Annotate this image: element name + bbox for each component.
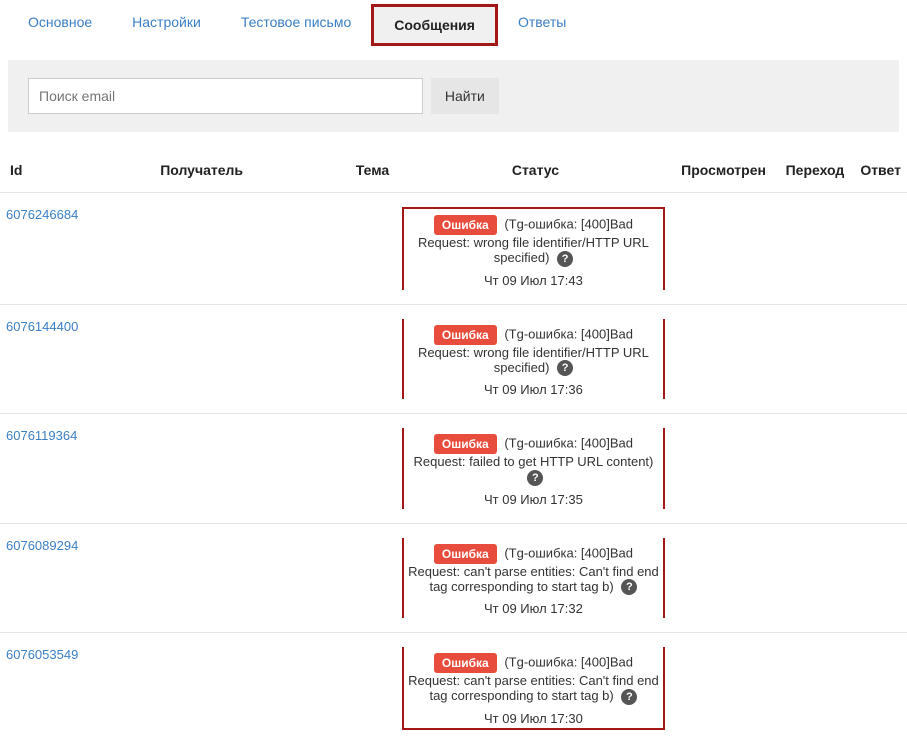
col-header-viewed: Просмотрен <box>671 154 775 193</box>
status-badge: Ошибка <box>434 434 497 454</box>
tab-replies[interactable]: Ответы <box>498 4 586 46</box>
col-header-status: Статус <box>396 154 671 193</box>
messages-table: Id Получатель Тема Статус Просмотрен Пер… <box>0 154 907 744</box>
tabs: Основное Настройки Тестовое письмо Сообщ… <box>8 4 899 46</box>
info-icon[interactable]: ? <box>557 251 573 267</box>
info-icon[interactable]: ? <box>527 470 543 486</box>
col-header-subject: Тема <box>346 154 396 193</box>
status-timestamp: Чт 09 Июл 17:36 <box>408 382 659 397</box>
info-icon[interactable]: ? <box>621 689 637 705</box>
row-id-link[interactable]: 6076089294 <box>6 538 78 553</box>
col-header-id: Id <box>0 154 150 193</box>
status-timestamp: Чт 09 Июл 17:30 <box>408 711 659 726</box>
table-row: 6076089294 Ошибка (Tg-ошибка: [400]Bad R… <box>0 523 907 633</box>
status-timestamp: Чт 09 Июл 17:43 <box>408 273 659 288</box>
row-id-link[interactable]: 6076144400 <box>6 319 78 334</box>
info-icon[interactable]: ? <box>621 579 637 595</box>
status-badge: Ошибка <box>434 544 497 564</box>
table-row: 6076144400 Ошибка (Tg-ошибка: [400]Bad R… <box>0 304 907 414</box>
status-timestamp: Чт 09 Июл 17:32 <box>408 601 659 616</box>
col-header-reply: Ответ <box>850 154 907 193</box>
table-row: 6076246684 Ошибка (Tg-ошибка: [400]Bad R… <box>0 193 907 305</box>
status-badge: Ошибка <box>434 325 497 345</box>
col-header-click: Переход <box>776 154 851 193</box>
tab-settings[interactable]: Настройки <box>112 4 221 46</box>
tab-messages[interactable]: Сообщения <box>374 7 495 43</box>
row-id-link[interactable]: 6076053549 <box>6 647 78 662</box>
tab-test-letter[interactable]: Тестовое письмо <box>221 4 371 46</box>
status-badge: Ошибка <box>434 653 497 673</box>
row-id-link[interactable]: 6076119364 <box>6 428 77 443</box>
table-row: 6076053549 Ошибка (Tg-ошибка: [400]Bad R… <box>0 633 907 744</box>
search-input[interactable] <box>28 78 423 114</box>
search-bar: Найти <box>8 60 899 132</box>
col-header-recipient: Получатель <box>150 154 346 193</box>
search-button[interactable]: Найти <box>431 78 499 114</box>
tab-main[interactable]: Основное <box>8 4 112 46</box>
table-header-row: Id Получатель Тема Статус Просмотрен Пер… <box>0 154 907 193</box>
status-timestamp: Чт 09 Июл 17:35 <box>408 492 659 507</box>
row-id-link[interactable]: 6076246684 <box>6 207 78 222</box>
highlight-messages-tab: Сообщения <box>371 4 498 46</box>
table-row: 6076119364 Ошибка (Tg-ошибка: [400]Bad R… <box>0 414 907 524</box>
info-icon[interactable]: ? <box>557 360 573 376</box>
status-badge: Ошибка <box>434 215 497 235</box>
